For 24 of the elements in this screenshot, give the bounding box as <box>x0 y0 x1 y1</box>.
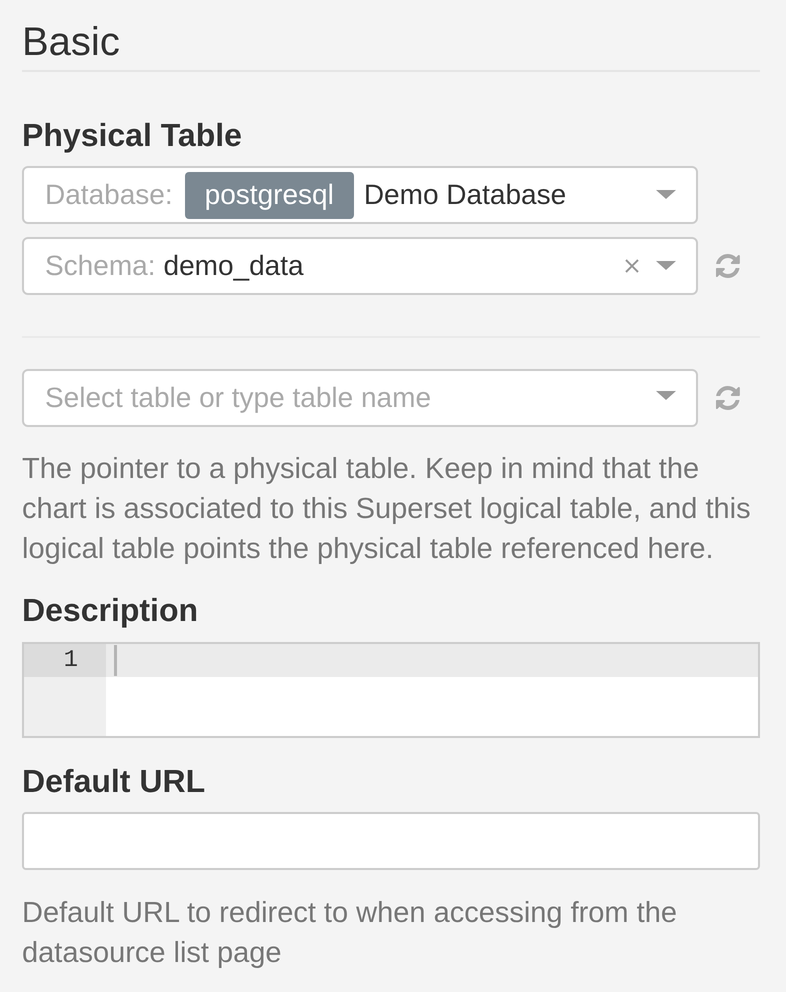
select-label: Database: <box>45 178 173 212</box>
help-text: Default URL to redirect to when accessing from the datasource list page <box>22 896 678 971</box>
help-text: The pointer to a physical table. Keep in mind that the chart is associated to this Superset logical table, and this logical table points the physical table referenced here. <box>22 452 752 567</box>
database-select[interactable]: Database: postgresql Demo Database <box>22 166 698 224</box>
field-label: Default URL <box>22 762 206 801</box>
refresh-icon[interactable] <box>716 386 740 410</box>
field-label: Physical Table <box>22 116 243 155</box>
clear-icon[interactable] <box>625 259 639 273</box>
line-number: 1 <box>24 644 106 677</box>
text-cursor-icon <box>114 645 117 676</box>
dropdown-caret-icon[interactable] <box>656 261 676 271</box>
section-title: Basic <box>22 19 121 65</box>
table-select[interactable]: Select table or type table name <box>22 369 698 427</box>
refresh-icon[interactable] <box>716 254 740 278</box>
schema-select[interactable]: Schema: demo_data <box>22 237 698 295</box>
select-value: Demo Database <box>364 178 566 212</box>
dropdown-caret-icon[interactable] <box>656 391 676 401</box>
select-value: demo_data <box>164 249 304 283</box>
field-label: Description <box>22 591 200 630</box>
dropdown-caret-icon[interactable] <box>656 190 676 200</box>
code-editor[interactable]: 1 <box>22 642 760 738</box>
url-input[interactable] <box>22 812 760 870</box>
database-type-tag: postgresql <box>184 172 354 218</box>
select-label: Schema: <box>45 249 156 283</box>
